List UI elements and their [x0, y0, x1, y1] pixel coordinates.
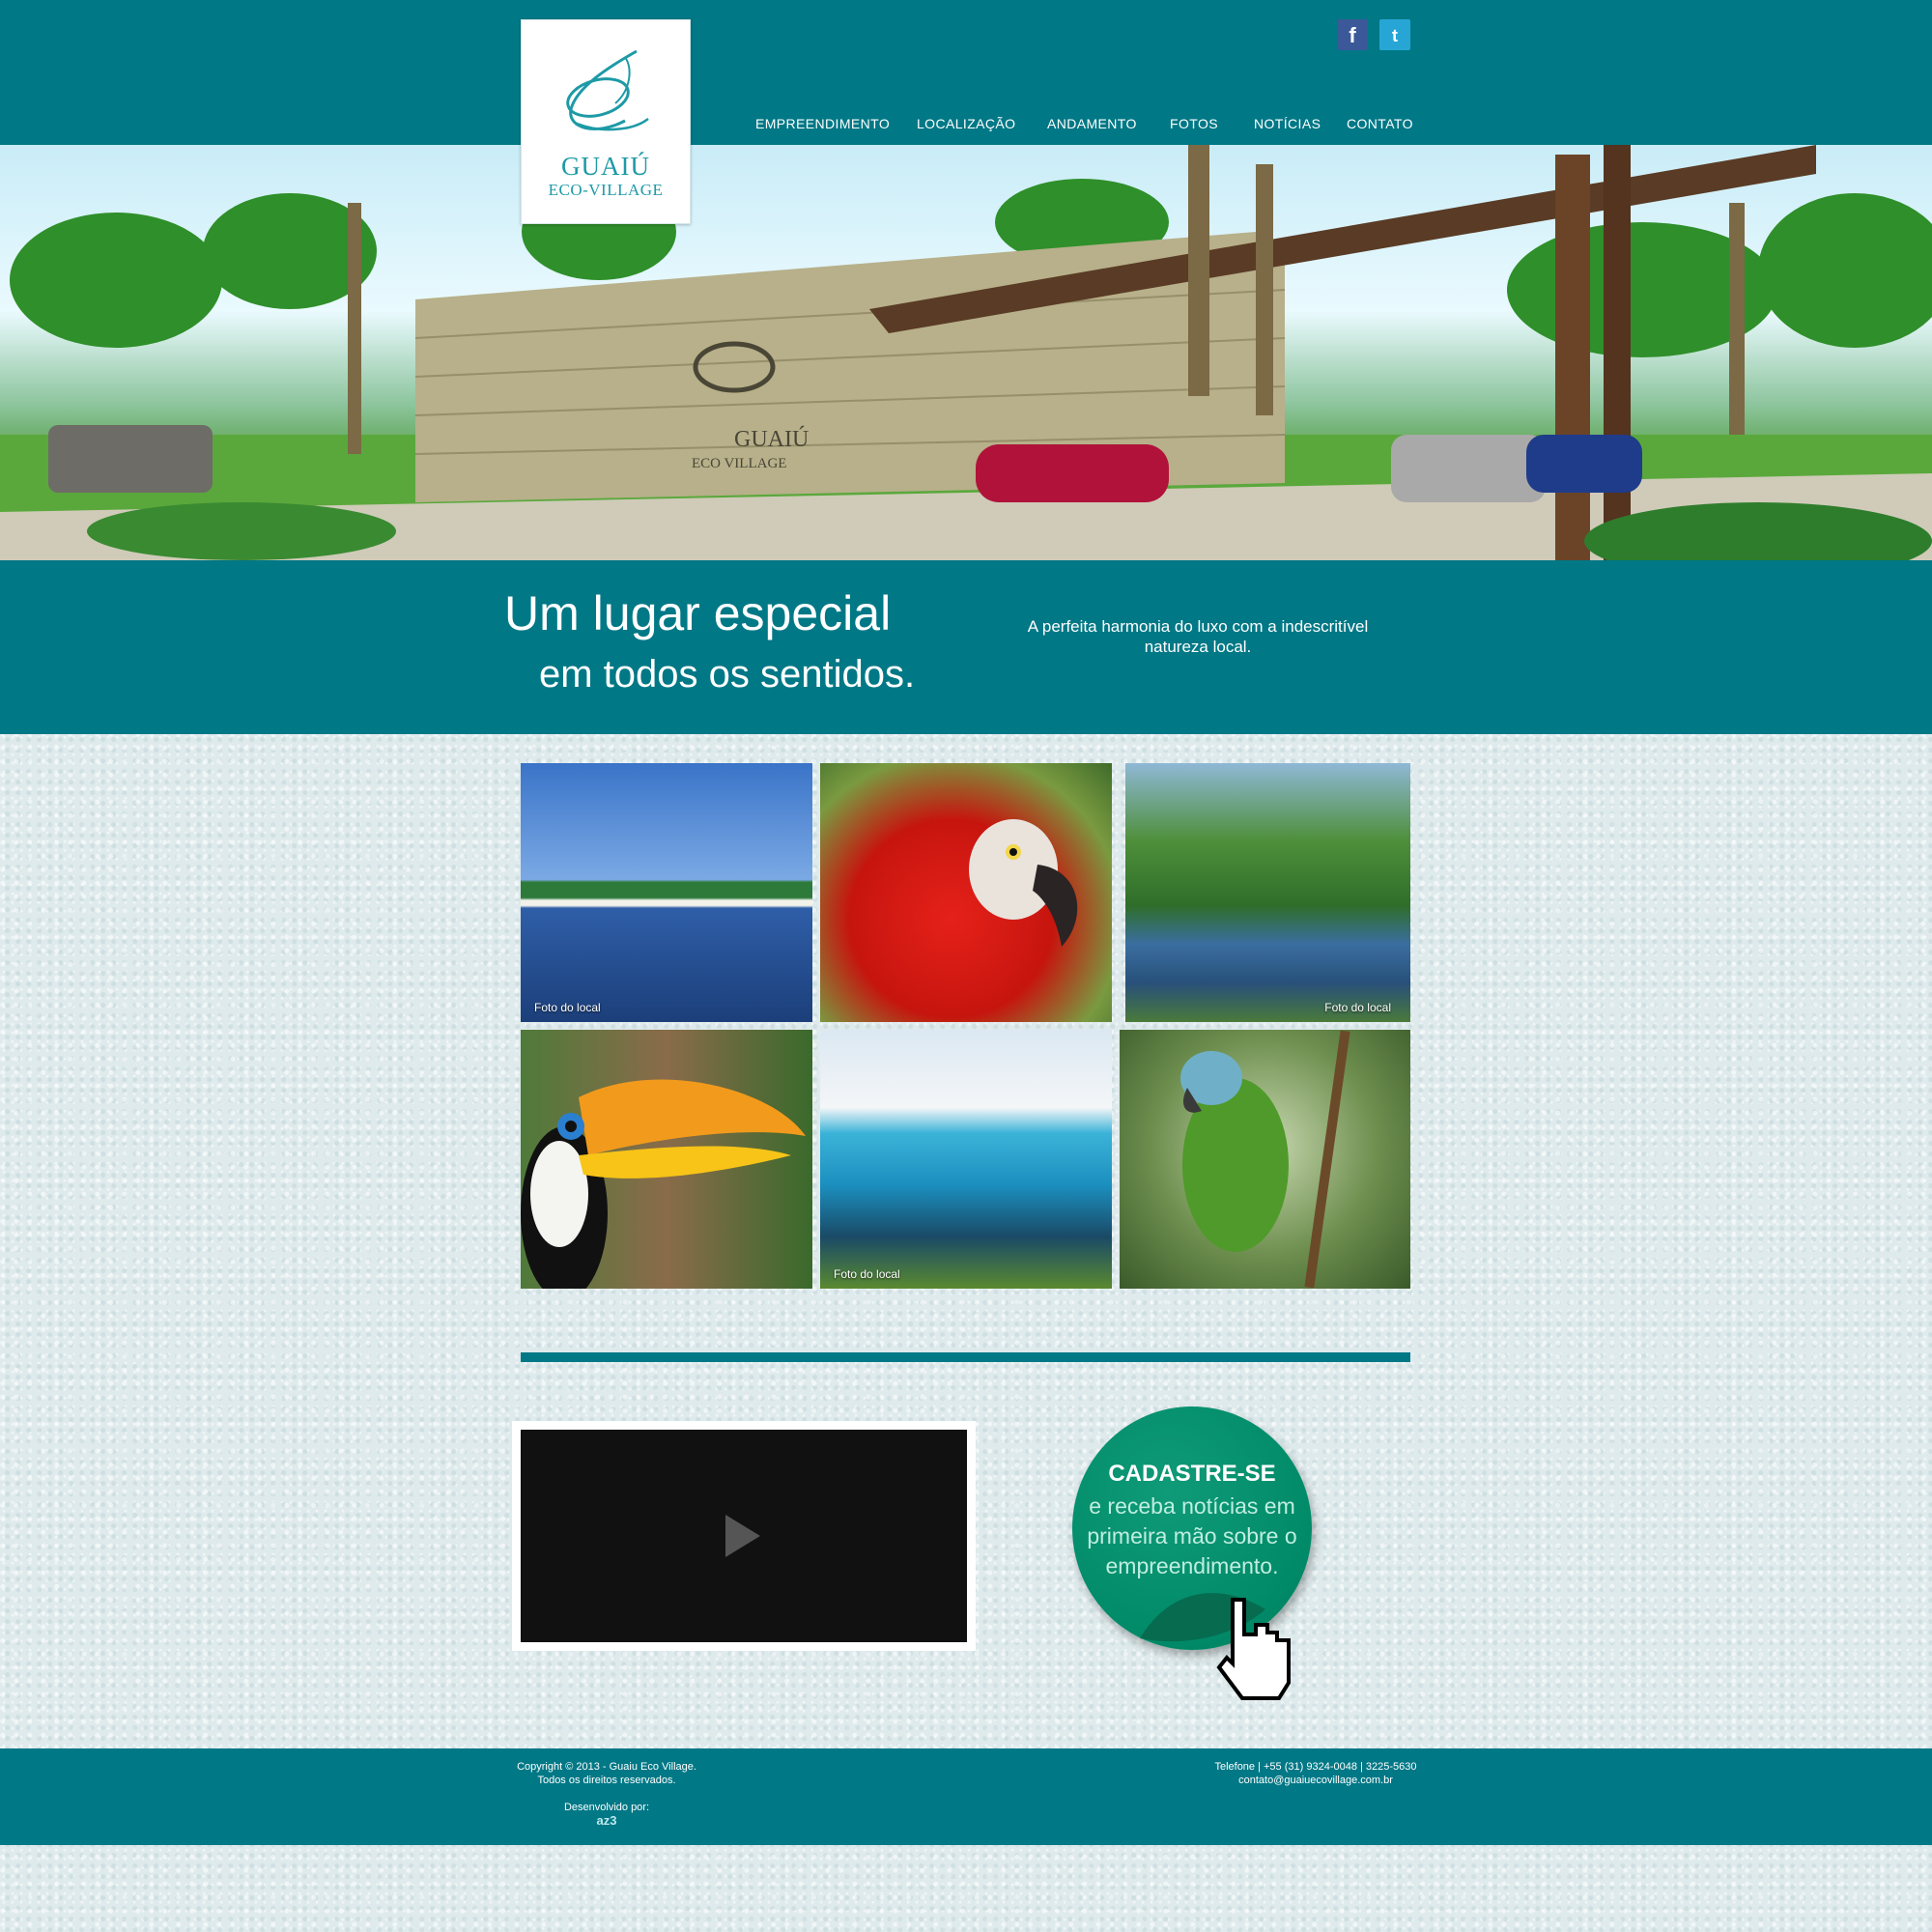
footer-phone: Telefone | +55 (31) 9324-0048 | 3225-563… — [1214, 1761, 1417, 1773]
photo-caption: Foto do local — [1324, 1001, 1391, 1014]
logo-emblem-icon — [566, 49, 649, 131]
site-footer — [0, 1748, 1932, 1845]
tagline-section — [0, 560, 1932, 734]
register-title[interactable]: CADASTRE-SE — [1072, 1461, 1312, 1488]
nav-empreendimento[interactable]: EMPREENDIMENTO — [755, 116, 890, 131]
twitter-icon[interactable]: t — [1379, 19, 1410, 50]
video-player[interactable] — [521, 1430, 967, 1642]
section-divider — [521, 1352, 1410, 1362]
footer-copyright: Copyright © 2013 - Guaiu Eco Village. To… — [502, 1760, 711, 1787]
nav-contato[interactable]: CONTATO — [1347, 116, 1413, 131]
gallery-photo-toucan[interactable] — [521, 1030, 812, 1289]
hero-sign-text: GUAIÚ — [734, 426, 809, 452]
gallery-photo-river[interactable]: Foto do local — [1125, 763, 1410, 1022]
hero-banner: GUAIÚ ECO VILLAGE — [0, 145, 1932, 560]
logo-subtitle: ECO-VILLAGE — [548, 181, 664, 199]
logo-name: GUAIÚ — [561, 152, 650, 181]
gallery-photo-lake[interactable]: Foto do local — [521, 763, 812, 1022]
footer-email[interactable]: contato@guaiuecovillage.com.br — [1188, 1774, 1443, 1787]
developer-logo[interactable]: az3 — [502, 1814, 711, 1828]
photo-caption: Foto do local — [834, 1267, 900, 1281]
facebook-icon[interactable]: f — [1337, 19, 1368, 50]
footer-contact: Telefone | +55 (31) 9324-0048 | 3225-563… — [1188, 1760, 1443, 1787]
nav-fotos[interactable]: FOTOS — [1170, 116, 1218, 131]
parrot-illustration — [1180, 1030, 1350, 1289]
nav-andamento[interactable]: ANDAMENTO — [1047, 116, 1137, 131]
nav-localizacao[interactable]: LOCALIZAÇÃO — [917, 116, 1015, 131]
hero-sign-subtitle: ECO VILLAGE — [692, 456, 786, 471]
tagline-description: A perfeita harmonia do luxo com a indesc… — [1027, 617, 1369, 656]
site-logo[interactable]: GUAIÚ ECO-VILLAGE — [521, 19, 691, 224]
gallery-photo-aerial[interactable]: Foto do local — [820, 1030, 1112, 1289]
footer-developed-by: Desenvolvido por: — [563, 1802, 650, 1813]
macaw-illustration — [969, 819, 1078, 947]
play-icon[interactable] — [521, 1430, 967, 1642]
tagline-subheading: em todos os sentidos. — [539, 653, 916, 696]
nav-noticias[interactable]: NOTÍCIAS — [1254, 116, 1321, 131]
photo-caption: Foto do local — [534, 1001, 601, 1014]
rights-line: Todos os direitos reservados. — [537, 1775, 676, 1786]
hero-illustration: GUAIÚ ECO VILLAGE — [0, 145, 1932, 560]
hand-cursor-icon — [1216, 1598, 1291, 1700]
tagline-heading: Um lugar especial — [504, 586, 892, 640]
copyright-line: Copyright © 2013 - Guaiu Eco Village. — [517, 1761, 696, 1773]
gallery-photo-macaw[interactable] — [820, 763, 1112, 1022]
register-description[interactable]: e receba notícias em primeira mão sobre … — [1072, 1492, 1312, 1581]
toucan-illustration — [521, 1079, 806, 1289]
gallery-photo-parrot[interactable] — [1120, 1030, 1410, 1289]
